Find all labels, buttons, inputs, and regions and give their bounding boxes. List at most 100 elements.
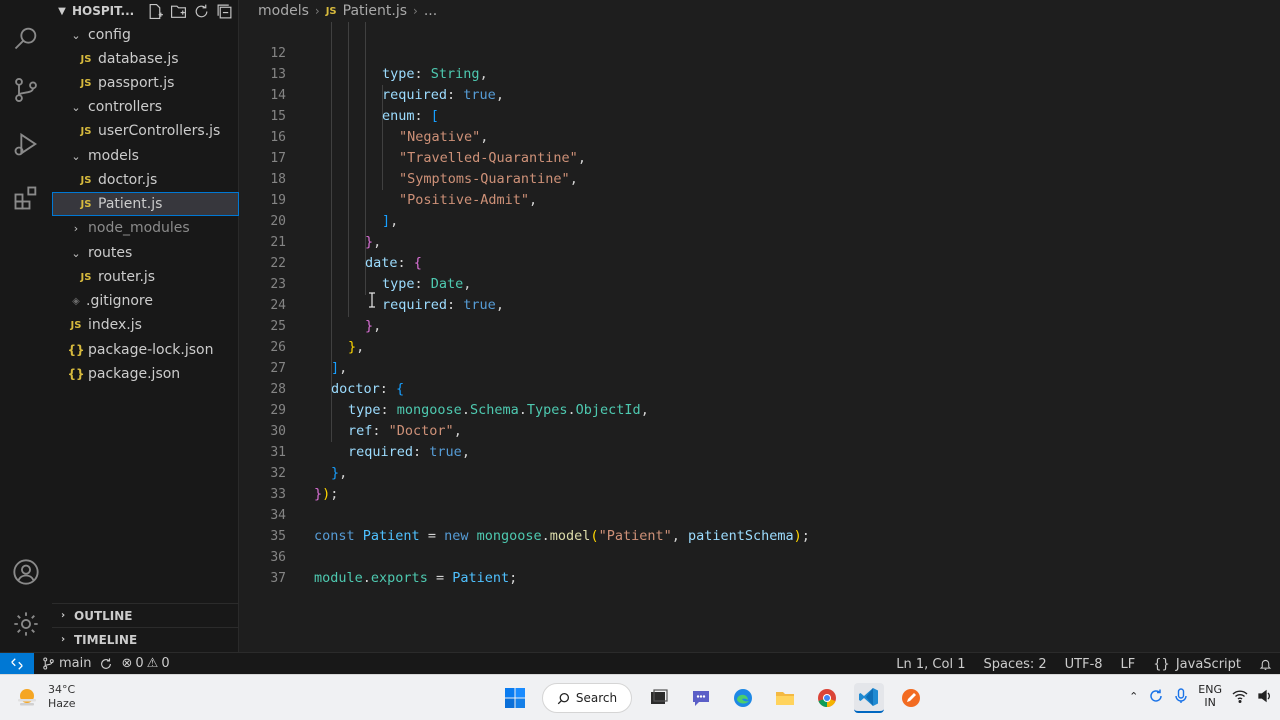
file-usercontrollers-js[interactable]: JS userControllers.js [52, 119, 239, 143]
source-control-icon[interactable] [0, 66, 52, 114]
cursor-position[interactable]: Ln 1, Col 1 [896, 657, 965, 672]
new-folder-icon[interactable] [170, 3, 187, 20]
breadcrumb-more[interactable]: ... [424, 3, 437, 19]
volume-icon[interactable] [1258, 689, 1272, 703]
language-code: ENG [1198, 683, 1222, 696]
code-line: 30 required: true, [240, 400, 1280, 460]
vscode-icon [859, 688, 878, 706]
warning-icon: ⚠ [146, 656, 159, 671]
draw-app-button[interactable] [896, 683, 926, 713]
new-file-icon[interactable] [147, 3, 164, 20]
wifi-icon[interactable] [1232, 689, 1248, 703]
start-button[interactable] [500, 683, 530, 713]
vscode-button[interactable] [854, 683, 884, 713]
weather-condition: Haze [48, 697, 76, 710]
json-file-icon: {} [67, 343, 85, 357]
timeline-panel-header[interactable]: › TIMELINE [52, 627, 239, 651]
code-token: Patient [452, 570, 510, 586]
explorer-header: ▼ HOSPIT... [52, 0, 239, 22]
system-tray: ⌃ ENG IN [1129, 683, 1272, 709]
file-passport-js[interactable]: JS passport.js [52, 71, 239, 95]
breadcrumb-file[interactable]: Patient.js [343, 3, 407, 19]
task-view-button[interactable] [644, 683, 674, 713]
chat-icon [693, 691, 709, 706]
file-database-js[interactable]: JS database.js [52, 47, 239, 71]
branch-name: main [59, 656, 92, 671]
chevron-right-icon: › [413, 4, 418, 18]
file-index-js[interactable]: JS index.js [52, 313, 239, 337]
collapse-all-icon[interactable] [216, 3, 233, 20]
file-package-lock-json[interactable]: {} package-lock.json [52, 338, 239, 362]
tree-label: doctor.js [98, 172, 158, 188]
code-line: 23 required: true, [240, 253, 1280, 313]
microphone-icon[interactable] [1174, 688, 1188, 704]
file-package-json[interactable]: {} package.json [52, 362, 239, 386]
text-cursor-icon [369, 292, 375, 308]
code-line: 12 type: String, [240, 22, 1280, 82]
input-language[interactable]: ENG IN [1198, 683, 1222, 709]
code-line: 29 ref: "Doctor", [240, 379, 1280, 439]
status-bar: main ⊗ 0 ⚠ 0 Ln 1, Col 1 Spaces: 2 UTF-8… [0, 652, 1280, 675]
outline-panel-header[interactable]: › OUTLINE [52, 603, 239, 627]
code-line: 32 }); [240, 442, 1280, 502]
chevron-up-icon[interactable]: ⌃ [1129, 690, 1138, 703]
folder-controllers[interactable]: ⌄ controllers [52, 95, 239, 119]
taskbar-search[interactable]: Search [542, 683, 632, 713]
problems-indicator[interactable]: ⊗ 0 ⚠ 0 [121, 656, 169, 671]
git-file-icon: ◈ [72, 295, 80, 307]
code-token: . [362, 570, 371, 586]
chevron-right-icon: › [60, 610, 66, 621]
indentation[interactable]: Spaces: 2 [983, 657, 1046, 672]
tree-label: router.js [98, 269, 156, 285]
breadcrumb-folder[interactable]: models [258, 3, 309, 19]
code-line: 26 ], [240, 316, 1280, 376]
js-file-icon: JS [325, 5, 337, 17]
workspace-title[interactable]: HOSPIT... [72, 4, 147, 18]
code-line: 14 enum: [ [240, 64, 1280, 124]
code-editor[interactable]: 12 type: String, 13 required: true, 14 e… [240, 22, 1280, 652]
task-view-icon [651, 689, 668, 704]
refresh-icon[interactable] [193, 3, 210, 20]
folder-icon [776, 692, 794, 705]
tree-label: passport.js [98, 75, 175, 91]
encoding[interactable]: UTF-8 [1065, 657, 1103, 672]
notifications-bell-icon[interactable] [1259, 658, 1272, 671]
file-patient-js[interactable]: JS Patient.js [52, 192, 239, 216]
chevron-down-icon[interactable]: ▼ [52, 6, 72, 17]
language-mode[interactable]: {} JavaScript [1153, 657, 1241, 672]
code-line: 22 type: Date, [240, 232, 1280, 292]
folder-config[interactable]: ⌄ config [52, 23, 239, 47]
network-sync-icon[interactable] [1148, 688, 1164, 704]
edge-browser-button[interactable] [728, 683, 758, 713]
extensions-icon[interactable] [0, 174, 52, 222]
branch-indicator[interactable]: main [42, 656, 91, 671]
file-router-js[interactable]: JS router.js [52, 265, 239, 289]
file-doctor-js[interactable]: JS doctor.js [52, 168, 239, 192]
file-gitignore[interactable]: ◈ .gitignore [52, 289, 239, 313]
folder-node-modules[interactable]: › node_modules [52, 216, 239, 240]
chrome-browser-button[interactable] [812, 683, 842, 713]
pen-app-icon [902, 689, 920, 707]
line-ending[interactable]: LF [1121, 657, 1136, 672]
git-branch-icon [43, 657, 54, 670]
settings-gear-icon[interactable] [0, 600, 52, 648]
tree-label: Patient.js [98, 196, 163, 212]
error-count: 0 [135, 656, 144, 671]
search-label: Search [575, 691, 618, 705]
chevron-right-icon: › [314, 4, 320, 18]
js-file-icon: JS [80, 198, 92, 210]
sync-icon[interactable] [99, 657, 113, 671]
folder-routes[interactable]: ⌄ routes [52, 241, 239, 265]
js-file-icon: JS [80, 125, 92, 137]
remote-indicator[interactable] [0, 652, 34, 675]
code-line: 24 }, [240, 274, 1280, 334]
chat-app-button[interactable] [686, 683, 716, 713]
account-icon[interactable] [0, 548, 52, 596]
weather-widget[interactable]: 34°C Haze [14, 683, 76, 711]
sun-haze-icon [18, 689, 36, 706]
file-explorer-button[interactable] [770, 683, 800, 713]
search-icon[interactable] [0, 14, 52, 62]
error-icon: ⊗ [121, 656, 133, 671]
run-debug-icon[interactable] [0, 120, 52, 168]
folder-models[interactable]: ⌄ models [52, 144, 239, 168]
